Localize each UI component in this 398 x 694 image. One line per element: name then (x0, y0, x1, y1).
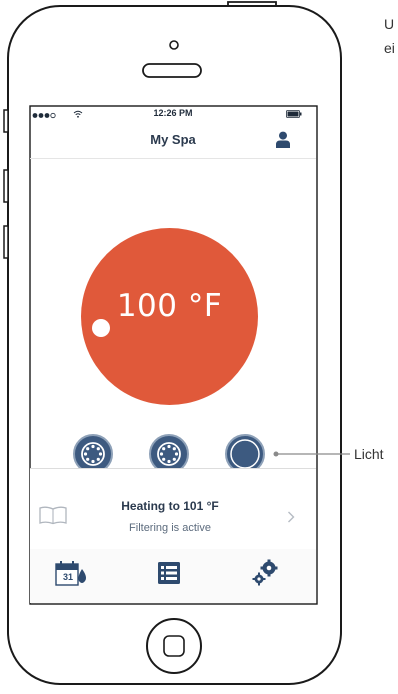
settings-gears-icon (252, 559, 278, 586)
temperature-slider-knob[interactable] (92, 319, 110, 337)
person-icon[interactable] (275, 131, 291, 153)
callout-line (273, 451, 350, 457)
battery-icon (286, 110, 302, 120)
tab-calendar[interactable]: 31 (55, 560, 89, 590)
status-subtext: Filtering is active (129, 522, 211, 534)
jets-icon (81, 442, 105, 466)
temperature-value: 100 °F (116, 288, 223, 324)
status-heading: Heating to 101 °F (121, 499, 219, 513)
page-title: My Spa (150, 132, 196, 147)
tab-list[interactable] (157, 561, 183, 587)
calendar-day: 31 (62, 572, 73, 582)
nav-header: My Spa (30, 122, 316, 159)
book-icon (38, 505, 68, 530)
list-icon (158, 562, 180, 584)
tab-settings[interactable] (250, 558, 280, 588)
light-icon (230, 439, 260, 469)
callout-label: Licht (354, 446, 384, 462)
side-note-text: U ei (384, 16, 395, 56)
jets-icon (157, 442, 181, 466)
status-time: 12:26 PM (153, 108, 193, 118)
chevron-right-icon[interactable] (287, 510, 295, 528)
status-bar: 12:26 PM (30, 108, 316, 122)
